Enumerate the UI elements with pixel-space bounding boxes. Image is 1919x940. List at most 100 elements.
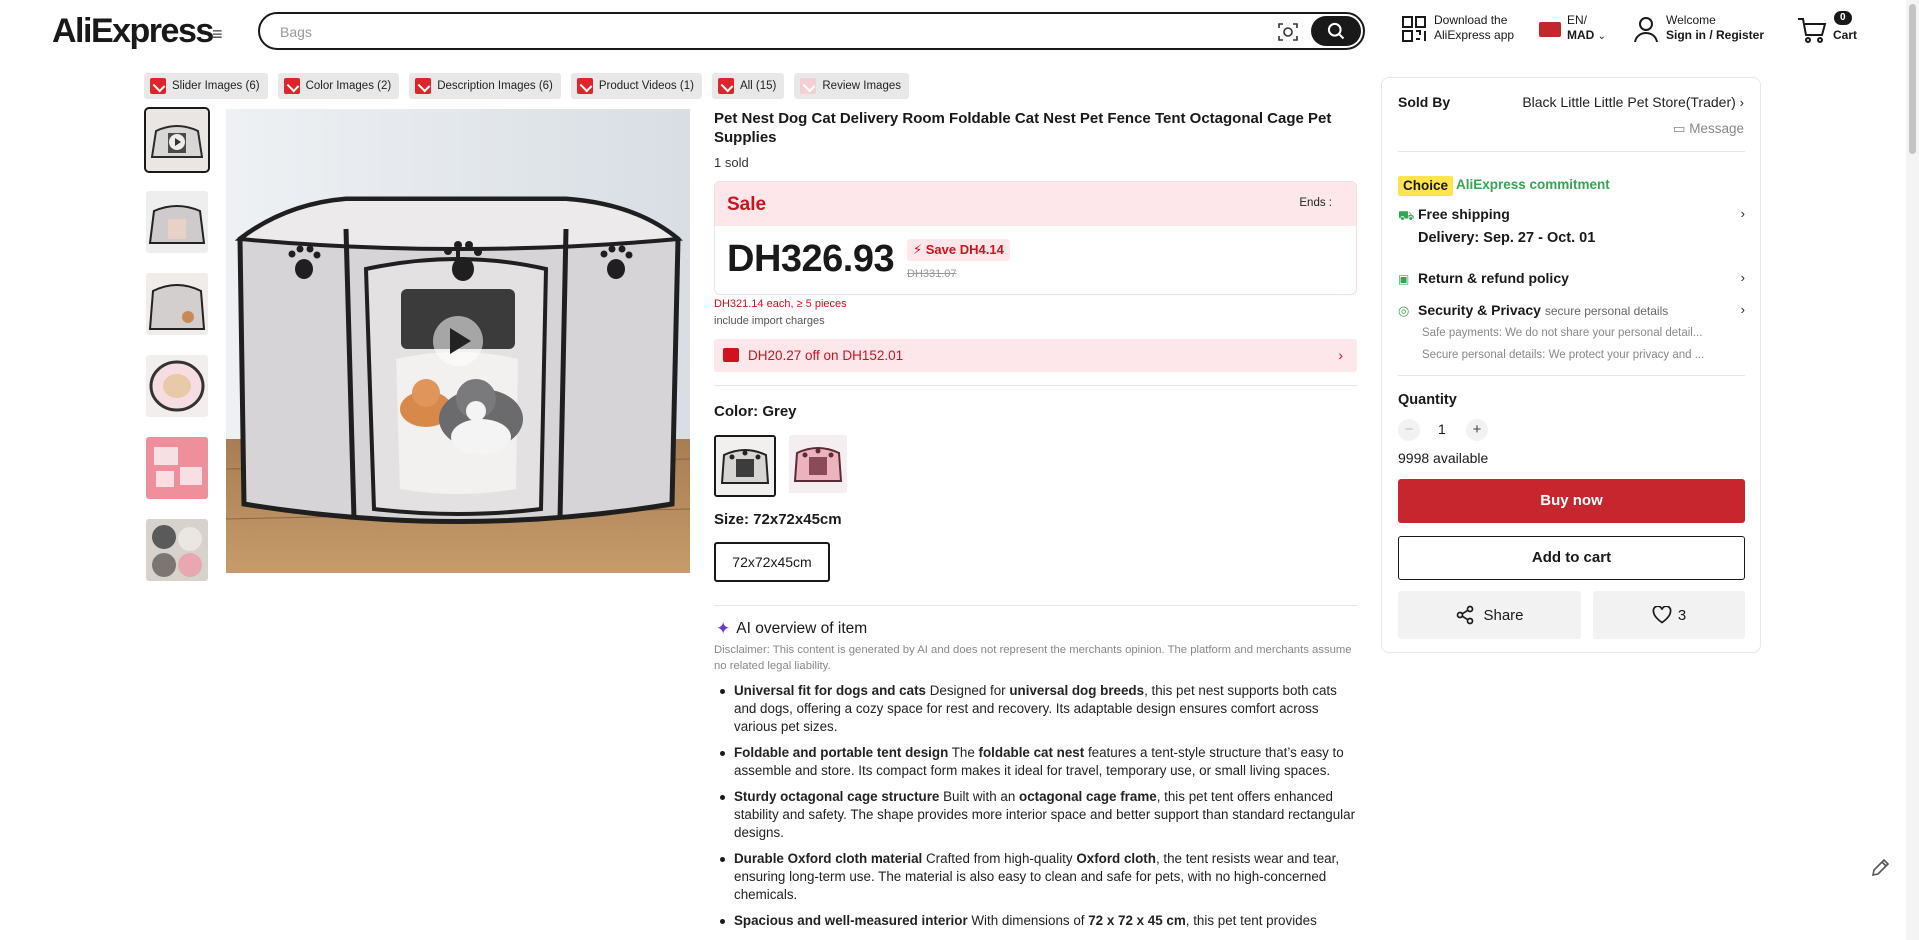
cart-icon[interactable] — [1797, 16, 1827, 44]
list-item: Durable Oxford cloth material Crafted fr… — [714, 850, 1359, 904]
list-item: Universal fit for dogs and cats Designed… — [714, 682, 1359, 736]
sparkle-icon: ✦ — [716, 619, 731, 638]
return-policy-row[interactable]: ▣ Return & refund policy › — [1398, 270, 1745, 290]
bullet-text: Built with an — [939, 789, 1020, 804]
user-icon[interactable] — [1633, 15, 1659, 43]
search-button[interactable] — [1311, 16, 1361, 46]
thumbnail-5[interactable] — [146, 437, 208, 499]
wishlist-button[interactable]: 3 — [1593, 591, 1745, 639]
import-charges-note: include import charges — [714, 315, 825, 327]
dl-tab-review-images[interactable]: Review Images — [794, 73, 909, 99]
cart-label[interactable]: Cart — [1833, 28, 1857, 43]
dl-tab-description-images[interactable]: Description Images (6) — [409, 73, 561, 99]
bullet-heading: Spacious and well-measured interior — [734, 913, 968, 928]
dl-tab-color-images[interactable]: Color Images (2) — [277, 73, 400, 99]
thumbnail-3[interactable] — [146, 273, 208, 335]
add-to-cart-button[interactable]: Add to cart — [1398, 536, 1745, 580]
coupon-banner[interactable]: DH20.27 off on DH152.01 › — [714, 339, 1357, 372]
divider — [1398, 375, 1745, 376]
ai-overview-title-text: AI overview of item — [736, 620, 868, 637]
account-link[interactable]: Welcome Sign in / Register — [1666, 13, 1764, 43]
scrollbar-thumb[interactable] — [1909, 4, 1916, 154]
bullet-text: With dimensions of — [967, 913, 1089, 928]
main-product-image[interactable] — [226, 109, 690, 573]
message-button[interactable]: ▭ Message — [1673, 121, 1744, 137]
bullet-keyword: universal dog breeds — [1009, 683, 1145, 698]
buy-now-button[interactable]: Buy now — [1398, 479, 1745, 523]
dl-tab-all[interactable]: All (15) — [711, 73, 785, 99]
download-line1: Download the — [1434, 13, 1508, 27]
thumbnail-4[interactable] — [146, 355, 208, 417]
sale-ends-label: Ends : — [1299, 197, 1332, 209]
bullet-text: Designed for — [925, 683, 1010, 698]
quantity-value[interactable]: 1 — [1438, 421, 1446, 437]
current-price: DH326.93 — [727, 238, 895, 280]
download-line2: AliExpress app — [1434, 28, 1515, 42]
chevron-down-icon: ⌄ — [1597, 31, 1607, 42]
save-text: Save DH4.14 — [925, 242, 1004, 257]
language-currency-selector[interactable]: EN/ MAD ⌄ — [1567, 13, 1606, 44]
camera-search-icon[interactable] — [1276, 20, 1300, 44]
download-icon — [717, 78, 734, 94]
review-images-icon — [800, 78, 817, 94]
bullet-keyword: Oxford cloth — [1076, 851, 1156, 866]
bullet-text: , this pet tent provides — [1185, 913, 1317, 928]
play-icon[interactable] — [433, 316, 483, 366]
size-label: Size: 72x72x45cm — [714, 511, 842, 528]
dl-tab-slider-images[interactable]: Slider Images (6) — [144, 73, 268, 99]
security-label: Security & Privacy — [1418, 302, 1541, 318]
thumbnail-6[interactable] — [146, 519, 208, 581]
price-box: Sale Ends : DH326.93 ⚡ Save DH4.14 DH331… — [714, 181, 1357, 295]
search-input[interactable] — [280, 21, 1260, 43]
security-sub: secure personal details — [1544, 304, 1669, 318]
ai-disclaimer: Disclaimer: This content is generated by… — [714, 644, 1352, 672]
bullet-heading: Foldable and portable tent design — [734, 745, 949, 760]
flag-icon — [1539, 22, 1561, 37]
cart-count-badge: 0 — [1834, 11, 1852, 25]
color-swatch-pink[interactable] — [789, 435, 851, 497]
color-swatch-grey[interactable] — [714, 435, 776, 497]
security-row[interactable]: ◎ Security & Privacy secure personal det… — [1398, 302, 1745, 322]
ai-overview-list: Universal fit for dogs and cats Designed… — [714, 682, 1359, 938]
safe-payments-text: Safe payments: We do not share your pers… — [1422, 327, 1703, 339]
return-policy-label: Return & refund policy — [1418, 270, 1569, 286]
plus-icon[interactable]: + — [1466, 419, 1488, 441]
ai-overview-title: ✦ AI overview of item — [716, 619, 867, 639]
welcome-text: Welcome — [1666, 13, 1716, 27]
lang-line1: EN/ — [1567, 13, 1588, 27]
menu-icon[interactable]: ≡ — [212, 24, 223, 45]
free-shipping-label: Free shipping — [1418, 206, 1510, 222]
thumbnail-video[interactable] — [144, 107, 210, 173]
minus-icon[interactable]: − — [1398, 419, 1420, 441]
like-count: 3 — [1677, 606, 1687, 624]
shipping-row[interactable]: ⛟ Free shipping Delivery: Sep. 27 - Oct.… — [1398, 206, 1745, 251]
lightning-icon: ⚡ — [913, 242, 923, 257]
store-link[interactable]: Black Little Little Pet Store(Trader) › — [1522, 94, 1744, 110]
coupon-icon — [723, 348, 739, 362]
dl-tab-product-videos[interactable]: Product Videos (1) — [570, 73, 702, 99]
product-page: AliExpress ≡ Download the AliExpress app… — [0, 0, 1919, 940]
download-icon — [283, 78, 300, 94]
aliexpress-logo[interactable]: AliExpress — [52, 12, 214, 51]
color-label: Color: Grey — [714, 403, 797, 420]
product-title: Pet Nest Dog Cat Delivery Room Foldable … — [714, 110, 1332, 146]
coupon-text: DH20.27 off on DH152.01 — [748, 348, 904, 363]
share-button[interactable]: Share — [1398, 591, 1581, 639]
store-name: Black Little Little Pet Store(Trader) — [1522, 94, 1736, 110]
dl-tab-label: Review Images — [822, 80, 901, 92]
header: AliExpress ≡ Download the AliExpress app… — [0, 0, 1919, 62]
chevron-right-icon: › — [1740, 302, 1745, 317]
divider — [714, 385, 1357, 386]
save-badge: ⚡ Save DH4.14 — [907, 239, 1010, 261]
thumbnail-2[interactable] — [146, 191, 208, 253]
chevron-right-icon: › — [1338, 347, 1343, 363]
qr-code-icon[interactable] — [1401, 15, 1427, 43]
seller-panel: Sold By Black Little Little Pet Store(Tr… — [1381, 77, 1761, 653]
size-option[interactable]: 72x72x45cm — [714, 542, 830, 582]
sale-banner: Sale Ends : — [715, 182, 1356, 226]
edit-icon[interactable] — [1868, 855, 1894, 881]
download-app-link[interactable]: Download the AliExpress app — [1434, 13, 1514, 43]
message-label: Message — [1689, 121, 1744, 136]
bullet-heading: Sturdy octagonal cage structure — [734, 789, 940, 804]
bullet-keyword: 72 x 72 x 45 cm — [1088, 913, 1186, 928]
